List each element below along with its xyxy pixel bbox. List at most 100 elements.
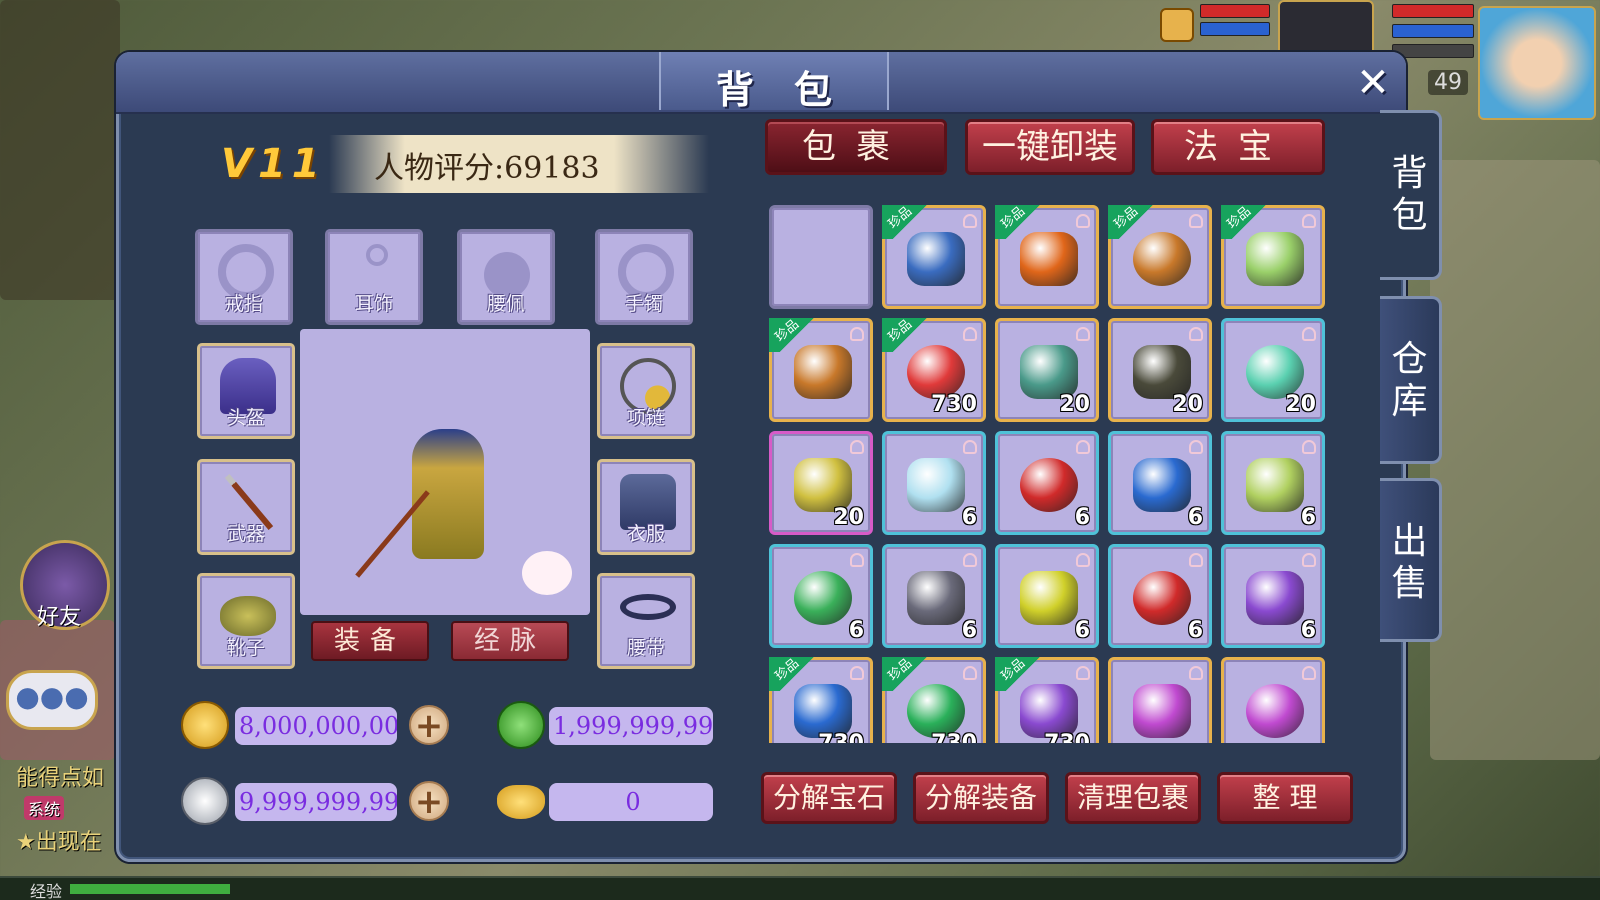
background-roof (0, 0, 120, 300)
inventory-slot-empty[interactable] (769, 205, 873, 309)
item-icon (1246, 232, 1304, 286)
inventory-slot[interactable]: 20 (1108, 318, 1212, 422)
rare-tag: 珍品 (1108, 205, 1164, 239)
item-icon (1020, 345, 1078, 399)
lock-icon (850, 327, 864, 341)
item-icon (1246, 458, 1304, 512)
inventory-slot[interactable]: 珍品 730 (882, 317, 986, 422)
close-button[interactable]: ✕ (1349, 59, 1397, 107)
item-icon (1020, 458, 1078, 512)
bag-panel: 背包 ✕ V11 人物评分:69183 戒指 耳饰 腰佩 手镯 头盔 项链 武器… (116, 52, 1406, 862)
tab-treasure[interactable]: 法宝 (1151, 119, 1325, 175)
chat-line-2: ★出现在 (16, 830, 102, 855)
add-gold-button[interactable]: + (409, 705, 449, 745)
player-level: 49 (1428, 70, 1468, 95)
split-gem-button[interactable]: 分解宝石 (761, 772, 897, 824)
exp-fill (70, 884, 230, 894)
item-count: 6 (961, 505, 977, 530)
inventory-slot[interactable]: 6 (882, 431, 986, 535)
inventory-slot[interactable]: 6 (1108, 544, 1212, 648)
inventory-slot[interactable]: 珍品 730 (769, 656, 873, 743)
equip-slot-necklace[interactable]: 项链 (597, 343, 695, 439)
player-anger-bar (1392, 44, 1474, 58)
inventory-slot[interactable]: 珍品 (1221, 205, 1325, 309)
inventory-slot[interactable]: 6 (882, 544, 986, 648)
item-icon (1020, 571, 1078, 625)
equip-slot-clothes[interactable]: 衣服 (597, 459, 695, 555)
side-tab-warehouse[interactable]: 仓库 (1380, 296, 1442, 464)
lock-icon (1189, 666, 1203, 680)
equip-slot-bracelet[interactable]: 手镯 (595, 229, 693, 325)
inventory-slot[interactable]: 珍品 (882, 205, 986, 309)
tab-equip[interactable]: 装备 (311, 621, 429, 661)
inventory-slot[interactable]: 珍品 730 (882, 656, 986, 743)
side-tab-bag[interactable]: 背包 (1380, 110, 1442, 280)
split-equip-button[interactable]: 分解装备 (913, 772, 1049, 824)
player-portrait[interactable] (1478, 6, 1596, 120)
pet-portrait[interactable] (1278, 0, 1374, 56)
item-count: 730 (1044, 731, 1090, 743)
rare-tag-label: 珍品 (885, 316, 916, 346)
equip-slot-weapon[interactable]: 武器 (197, 459, 295, 555)
unequip-all-button[interactable]: 一键卸装 (965, 119, 1135, 175)
inventory-slot[interactable] (1108, 657, 1212, 743)
item-icon (1133, 232, 1191, 286)
inventory-slot[interactable]: 珍品 730 (995, 656, 1099, 743)
inventory-slot[interactable]: 珍品 (769, 317, 873, 422)
equip-slot-pendant[interactable]: 腰佩 (457, 229, 555, 325)
inventory-slot[interactable]: 6 (769, 544, 873, 648)
slot-label: 腰佩 (486, 293, 525, 315)
inventory-slot[interactable]: 6 (995, 431, 1099, 535)
equip-slot-helmet[interactable]: 头盔 (197, 343, 295, 439)
item-icon (1020, 684, 1078, 738)
item-icon (1020, 232, 1078, 286)
gold-amount: 8,000,000,000 (235, 707, 397, 745)
friend-button[interactable]: 好友 (20, 540, 110, 630)
lock-icon (1076, 666, 1090, 680)
lock-icon (1076, 553, 1090, 567)
item-count: 6 (1300, 505, 1316, 530)
item-icon (794, 684, 852, 738)
character-score: 人物评分:69183 (374, 151, 600, 186)
add-silver-button[interactable]: + (409, 781, 449, 821)
background-courtyard (1430, 160, 1600, 760)
character-preview[interactable] (300, 329, 590, 615)
rare-tag: 珍品 (995, 656, 1051, 691)
inventory-slot[interactable]: 6 (1221, 544, 1325, 648)
equip-slot-ring[interactable]: 戒指 (195, 229, 293, 325)
item-icon (907, 458, 965, 512)
tab-meridian[interactable]: 经脉 (451, 621, 569, 661)
inventory-slot[interactable]: 20 (769, 431, 873, 535)
rare-tag-label: 珍品 (998, 205, 1029, 233)
inventory-slot[interactable]: 6 (1221, 431, 1325, 535)
inventory-slot[interactable]: 20 (1221, 318, 1325, 422)
lock-icon (1076, 214, 1090, 228)
side-tab-sell[interactable]: 出售 (1380, 478, 1442, 642)
inventory-slot[interactable] (1221, 657, 1325, 743)
equip-slot-earring[interactable]: 耳饰 (325, 229, 423, 325)
rare-tag: 珍品 (882, 205, 938, 239)
chat-bubble-button[interactable]: ●●● (6, 670, 98, 730)
tab-bag[interactable]: 包裹 (765, 119, 947, 175)
inventory-slot[interactable]: 6 (995, 544, 1099, 648)
exp-badge-icon (1160, 8, 1194, 42)
item-icon (1133, 684, 1191, 738)
player-mp-bar (1392, 24, 1474, 38)
equip-slot-shoes[interactable]: 靴子 (197, 573, 295, 669)
lock-icon (963, 440, 977, 454)
inventory-slot[interactable]: 6 (1108, 431, 1212, 535)
equip-slot-belt[interactable]: 腰带 (597, 573, 695, 669)
lock-icon (1189, 440, 1203, 454)
slot-label: 手镯 (624, 293, 663, 315)
sort-button[interactable]: 整 理 (1217, 772, 1353, 824)
clear-bag-button[interactable]: 清理包裹 (1065, 772, 1201, 824)
lock-icon (1189, 214, 1203, 228)
chat-line-1: 能得点如 (16, 766, 105, 791)
friend-label: 好友 (37, 605, 82, 630)
item-icon (1246, 345, 1304, 399)
lock-icon (850, 553, 864, 567)
inventory-slot[interactable]: 20 (995, 318, 1099, 422)
inventory-slot[interactable]: 珍品 (995, 205, 1099, 309)
chat-dots-icon: ●●● (15, 680, 89, 713)
inventory-slot[interactable]: 珍品 (1108, 205, 1212, 309)
